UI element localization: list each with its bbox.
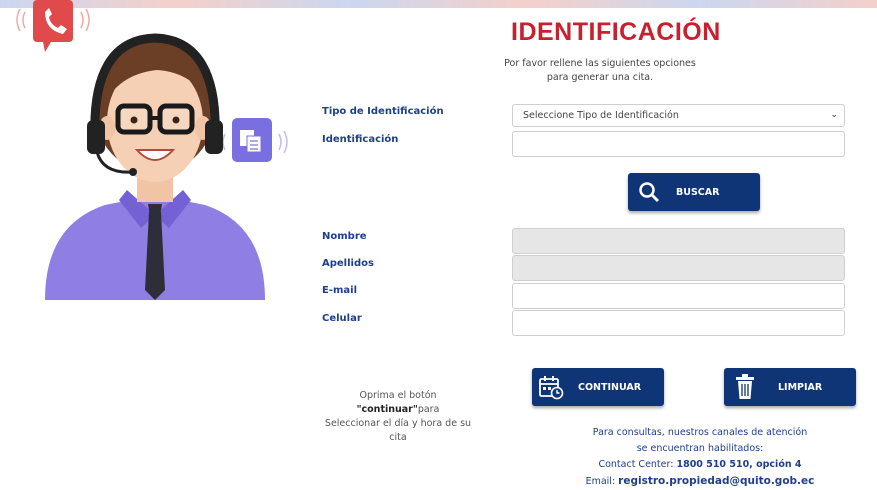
contact-info: Para consultas, nuestros canales de aten…: [560, 425, 840, 490]
limpiar-button-label: LIMPIAR: [778, 381, 823, 393]
continue-hint-line-2: Seleccionar el día y hora de su cita: [324, 418, 472, 443]
contact-center-value: 1800 510 510, opción 4: [676, 459, 802, 470]
contact-email-link[interactable]: registro.propiedad@quito.gob.ec: [618, 475, 814, 487]
tipo-identificacion-select[interactable]: Seleccione Tipo de Identificación ⌄: [512, 104, 845, 127]
continue-hint: Oprima el botón "continuar"para Seleccio…: [318, 389, 478, 445]
contact-email-line: Email: registro.propiedad@quito.gob.ec: [560, 473, 840, 490]
contact-center-prefix: Contact Center:: [598, 459, 677, 470]
apellidos-label: Apellidos: [322, 258, 374, 269]
trash-icon: [736, 374, 754, 399]
nombre-field: [512, 228, 845, 254]
tipo-identificacion-select-value: Seleccione Tipo de Identificación: [523, 110, 679, 121]
page-subtitle: Por favor rellene las siguientes opcione…: [500, 57, 700, 85]
subtitle-line-2: para generar una cita.: [546, 72, 654, 83]
continuar-button-label: CONTINUAR: [578, 381, 642, 393]
email-field[interactable]: [512, 283, 845, 309]
tipo-identificacion-label: Tipo de Identificación: [322, 106, 444, 117]
apellidos-field: [512, 255, 845, 281]
phone-icon: [16, 0, 90, 52]
chevron-down-icon: ⌄: [830, 110, 838, 120]
contact-center-line: Contact Center: 1800 510 510, opción 4: [560, 457, 840, 473]
contact-email-prefix: Email:: [585, 476, 619, 487]
limpiar-button[interactable]: LIMPIAR: [724, 368, 856, 406]
hint-suffix: para: [417, 404, 440, 415]
page-title: IDENTIFICACIÓN: [511, 18, 721, 46]
agent-illustration: [16, 0, 288, 300]
buscar-button[interactable]: BUSCAR: [628, 173, 760, 211]
calendar-icon: [539, 376, 564, 400]
celular-field[interactable]: [512, 310, 845, 336]
buscar-button-label: BUSCAR: [676, 186, 720, 198]
continue-hint-line-1: Oprima el botón "continuar"para: [318, 389, 478, 417]
search-icon: [639, 182, 660, 203]
celular-label: Celular: [322, 313, 362, 324]
subtitle-line-1: Por favor rellene las siguientes opcione…: [504, 58, 696, 69]
chat-document-icon: [216, 118, 288, 162]
identificacion-label: Identificación: [322, 134, 399, 145]
contact-line-1: Para consultas, nuestros canales de aten…: [592, 427, 808, 438]
identificacion-input[interactable]: [512, 131, 845, 157]
nombre-label: Nombre: [322, 231, 367, 242]
hint-keyword: "continuar": [356, 404, 418, 415]
continuar-button[interactable]: CONTINUAR: [532, 368, 664, 406]
hint-prefix: Oprima el botón: [359, 390, 437, 401]
email-label: E-mail: [322, 285, 358, 296]
contact-line-2: se encuentran habilitados:: [636, 443, 764, 454]
